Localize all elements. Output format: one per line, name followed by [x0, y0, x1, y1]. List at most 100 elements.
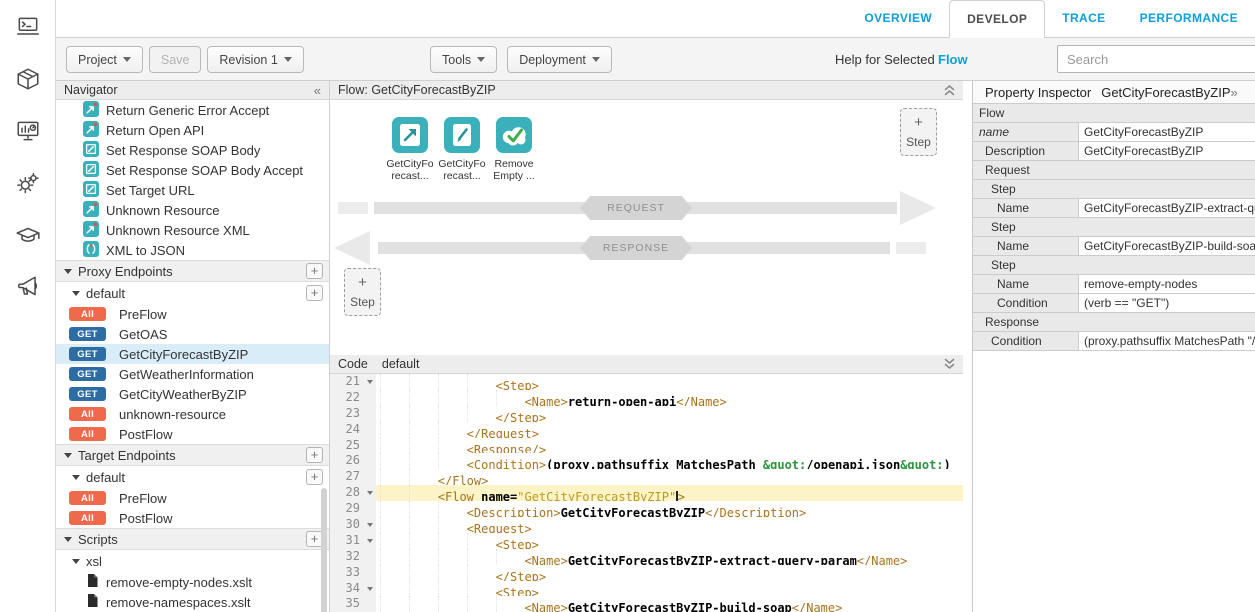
search-input[interactable] [1057, 45, 1255, 73]
navigator-endpoint-item[interactable]: AllPreFlow [56, 304, 329, 324]
gears-icon[interactable] [15, 170, 41, 196]
navigator-endpoint-item[interactable]: AllPreFlow [56, 488, 329, 508]
navigator-group-default[interactable]: default+ [56, 282, 329, 304]
navigator-policy-item[interactable]: XML to JSON [56, 240, 329, 260]
collapse-right-icon[interactable]: » [1231, 85, 1238, 100]
navigator-endpoint-item[interactable]: GETGetCityForecastByZIP [56, 344, 329, 364]
property-inspector-panel: Property Inspector GetCityForecastByZIP … [972, 81, 1255, 612]
caret-down-icon [367, 380, 373, 384]
fold-toggle-icon[interactable] [364, 533, 376, 549]
indent-guide [438, 565, 467, 581]
indent-guide [438, 549, 467, 565]
line-number: 25 [330, 438, 364, 454]
code-token: <Name> [524, 554, 567, 565]
code-token: </Name> [857, 554, 908, 565]
navigator-endpoint-item[interactable]: GETGetCityWeatherByZIP [56, 384, 329, 404]
analytics-monitor-icon[interactable] [15, 118, 41, 144]
flow-step[interactable]: GetCityForecast... [388, 117, 432, 182]
add-button[interactable]: + [306, 285, 323, 301]
add-button[interactable]: + [306, 447, 323, 463]
fold-toggle-icon[interactable] [364, 374, 376, 390]
collapse-down-icon[interactable] [944, 357, 955, 371]
inspector-value-cell[interactable]: GetCityForecastByZIP-extract-qu [1079, 199, 1255, 217]
assign-message-icon [83, 161, 99, 180]
property-inspector-subtitle: GetCityForecastByZIP [1101, 85, 1230, 100]
collapse-left-icon[interactable]: « [314, 83, 321, 98]
tools-dropdown[interactable]: Tools [430, 46, 497, 73]
navigator-policy-item[interactable]: Return Open API [56, 120, 329, 140]
navigator-section-proxy-endpoints[interactable]: Proxy Endpoints+ [56, 260, 329, 282]
property-inspector-header: Property Inspector GetCityForecastByZIP … [973, 81, 1255, 104]
add-button[interactable]: + [306, 469, 323, 485]
fold-toggle-icon[interactable] [364, 485, 376, 501]
inspector-value-cell[interactable]: GetCityForecastByZIP [1079, 123, 1255, 141]
inspector-value-cell[interactable]: (proxy.pathsuffix MatchesPath "/c [1079, 332, 1255, 350]
flow-step[interactable]: GetCityForecast... [440, 117, 484, 182]
save-button[interactable]: Save [149, 46, 202, 73]
graduation-cap-icon[interactable] [15, 222, 41, 248]
line-number: 22 [330, 390, 364, 406]
fold-toggle-icon[interactable] [364, 517, 376, 533]
navigator-file-item[interactable]: remove-empty-nodes.xslt [56, 572, 329, 592]
navigator-endpoint-item[interactable]: GETGetOAS [56, 324, 329, 344]
project-dropdown[interactable]: Project [66, 46, 143, 73]
indent-guide [380, 390, 409, 406]
method-badge: All [69, 511, 106, 525]
navigator-section-scripts[interactable]: Scripts+ [56, 528, 329, 550]
inspector-label: Step [979, 258, 1016, 272]
add-step-button-response[interactable]: + Step [344, 268, 381, 316]
fold-toggle-icon[interactable] [364, 581, 376, 597]
tab-overview[interactable]: OVERVIEW [847, 0, 949, 37]
tab-develop[interactable]: DEVELOP [949, 0, 1045, 38]
tab-trace[interactable]: TRACE [1045, 0, 1122, 37]
add-step-button-request[interactable]: + Step [900, 108, 937, 156]
line-number: 21 [330, 374, 364, 390]
navigator-section-target-endpoints[interactable]: Target Endpoints+ [56, 444, 329, 466]
navigator-group-default[interactable]: default+ [56, 466, 329, 488]
gutter-spacer [364, 438, 376, 454]
navigator-endpoint-item[interactable]: AllPostFlow [56, 508, 329, 528]
deployment-dropdown[interactable]: Deployment [507, 46, 612, 73]
inspector-value: GetCityForecastByZIP-extract-qu [1084, 201, 1255, 215]
navigator-endpoint-item[interactable]: AllPostFlow [56, 424, 329, 444]
navigator-group-xsl[interactable]: xsl [56, 550, 329, 572]
navigator-policy-item[interactable]: Unknown Resource [56, 200, 329, 220]
indent-guide [438, 453, 467, 469]
left-icon-rail [0, 0, 56, 612]
code-line: 29<Description>GetCityForecastByZIP</Des… [330, 501, 963, 517]
file-label: remove-empty-nodes.xslt [106, 575, 252, 590]
inspector-value-cell[interactable]: GetCityForecastByZIP-build-soap [1079, 237, 1255, 255]
navigator-policy-item[interactable]: Unknown Resource XML [56, 220, 329, 240]
inspector-value-cell[interactable]: remove-empty-nodes [1079, 275, 1255, 293]
code-editor[interactable]: 21<Step>22<Name>return-open-api</Name>23… [330, 374, 963, 612]
code-text: <Name>return-open-api</Name> [376, 390, 963, 406]
terminal-laptop-icon[interactable] [15, 14, 41, 40]
inspector-value-cell[interactable]: GetCityForecastByZIP [1079, 142, 1255, 160]
navigator-file-item[interactable]: remove-namespaces.xslt [56, 592, 329, 612]
collapse-up-icon[interactable] [944, 83, 955, 97]
indent-guide [409, 374, 438, 390]
code-token: </Request> [467, 427, 539, 438]
code-text: <Flow name="GetCityForecastByZIP"> [376, 485, 963, 501]
add-button[interactable]: + [306, 263, 323, 279]
navigator-endpoint-item[interactable]: Allunknown-resource [56, 404, 329, 424]
navigator-policy-item[interactable]: Return Generic Error Accept [56, 100, 329, 120]
navigator-scrollbar-thumb[interactable] [321, 488, 327, 612]
flow-panel-header: Flow: GetCityForecastByZIP [330, 81, 963, 100]
navigator-endpoint-item[interactable]: GETGetWeatherInformation [56, 364, 329, 384]
indent-guide [409, 533, 438, 549]
navigator-policy-item[interactable]: Set Response SOAP Body Accept [56, 160, 329, 180]
tab-performance[interactable]: PERFORMANCE [1123, 0, 1255, 37]
navigator-policy-item[interactable]: Set Target URL [56, 180, 329, 200]
indent-guide [409, 549, 438, 565]
megaphone-icon[interactable] [15, 274, 41, 300]
revision-dropdown[interactable]: Revision 1 [207, 46, 303, 73]
inspector-value-cell[interactable]: (verb == "GET") [1079, 294, 1255, 312]
navigator-policy-item[interactable]: Set Response SOAP Body [56, 140, 329, 160]
code-token: > [678, 490, 685, 501]
inspector-value: (proxy.pathsuffix MatchesPath "/c [1084, 334, 1255, 348]
package-box-icon[interactable] [15, 66, 41, 92]
help-flow-link[interactable]: Flow [938, 52, 968, 67]
flow-step[interactable]: Remove Empty ... [492, 117, 536, 182]
indent-guide [409, 406, 438, 422]
